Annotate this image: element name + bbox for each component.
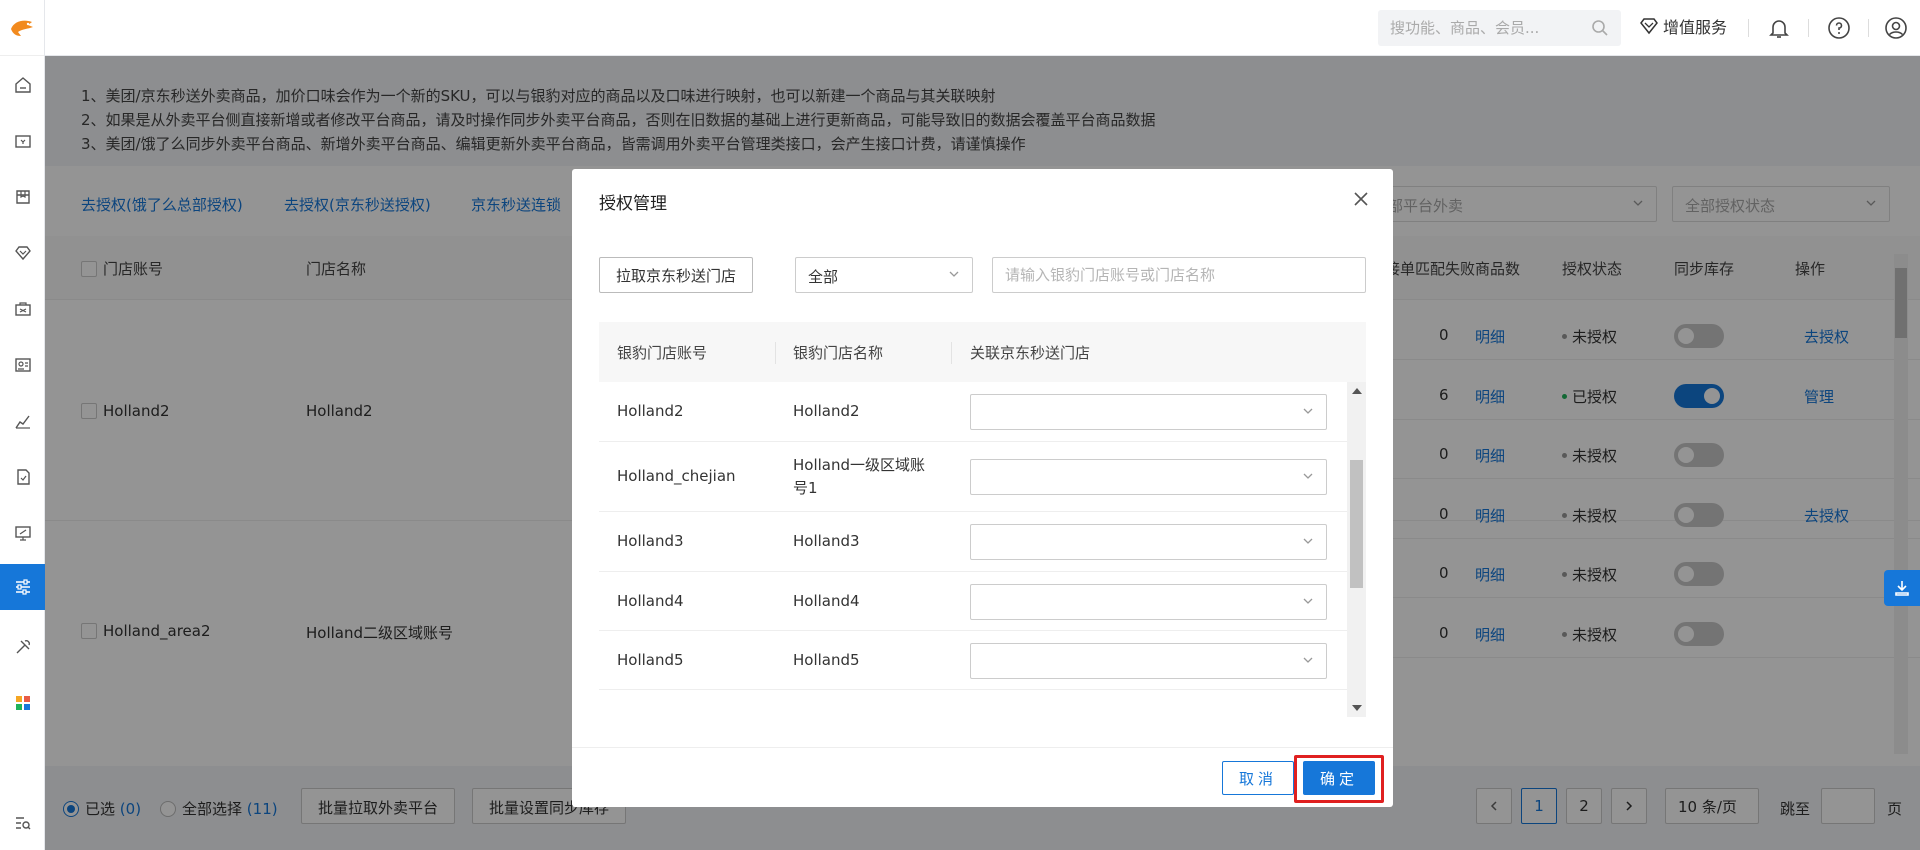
dialog-table-row: Holland2 Holland2 [599, 382, 1347, 442]
dialog-table-body: Holland2 Holland2 Holland_chejian Holland一级… [599, 382, 1366, 717]
auth-management-dialog: 授权管理 拉取京东秒送门店 全部 银豹门店账号 银豹门店名称 关联京东秒送门店 … [572, 169, 1393, 807]
store-name: Holland一级区域账号1 [793, 456, 926, 497]
apps-grid-icon[interactable] [0, 680, 45, 726]
user-avatar-icon[interactable] [1884, 16, 1908, 40]
search-icon[interactable] [1591, 19, 1609, 37]
diamond-icon [1640, 18, 1658, 35]
member-diamond-icon[interactable] [0, 230, 45, 276]
leopard-logo-icon [11, 20, 33, 36]
tools-icon[interactable] [0, 624, 45, 670]
dialog-footer: 取消 确定 [572, 747, 1393, 807]
dialog-scrollbar[interactable] [1347, 382, 1366, 717]
bell-icon[interactable] [1767, 16, 1791, 40]
col-name: 银豹门店名称 [793, 344, 884, 362]
menu-search-icon[interactable] [0, 800, 45, 846]
document-check-icon[interactable] [0, 454, 45, 500]
chevron-down-icon [949, 271, 959, 277]
chevron-down-icon [1303, 598, 1313, 604]
linked-jd-store-select[interactable] [970, 584, 1327, 620]
dialog-table-header: 银豹门店账号 银豹门店名称 关联京东秒送门店 [599, 322, 1366, 382]
header-divider [1868, 19, 1869, 37]
store-name: Holland3 [793, 532, 860, 550]
scrollbar-thumb[interactable] [1350, 460, 1363, 588]
store-filter-select[interactable]: 全部 [795, 257, 973, 293]
store-search-input[interactable] [992, 257, 1366, 293]
staff-card-icon[interactable] [0, 342, 45, 388]
dialog-table-row: Holland5 Holland5 [599, 631, 1347, 690]
store-name: Holland4 [793, 592, 860, 610]
chevron-down-icon [1303, 657, 1313, 663]
dialog-table-row: Holland_chejian Holland一级区域账号1 [599, 442, 1347, 512]
cashier-icon[interactable] [0, 118, 45, 164]
store-name: Holland5 [793, 651, 860, 669]
goods-icon[interactable] [0, 174, 45, 220]
store-account: Holland4 [617, 592, 684, 610]
sidebar [0, 0, 45, 850]
header-divider [1748, 19, 1749, 37]
linked-jd-store-select[interactable] [970, 524, 1327, 560]
store-filter-value: 全部 [808, 268, 839, 286]
col-linked: 关联京东秒送门店 [970, 344, 1091, 362]
download-icon [1895, 581, 1909, 596]
store-account: Holland5 [617, 651, 684, 669]
col-divider [951, 342, 952, 364]
store-account: Holland2 [617, 402, 684, 420]
chevron-down-icon [1303, 473, 1313, 479]
scroll-up-arrow-icon[interactable] [1352, 388, 1362, 394]
chevron-down-icon [1303, 408, 1313, 414]
download-button[interactable] [1884, 570, 1920, 606]
dialog-table-row: Holland4 Holland4 [599, 572, 1347, 631]
help-icon[interactable] [1827, 16, 1851, 40]
dialog-title: 授权管理 [599, 194, 667, 214]
monitor-icon[interactable] [0, 510, 45, 556]
store-account: Holland_chejian [617, 467, 736, 485]
cancel-button[interactable]: 取消 [1222, 761, 1294, 795]
col-divider [775, 342, 776, 364]
report-chart-icon[interactable] [0, 398, 45, 444]
global-search[interactable] [1378, 10, 1621, 46]
pull-jd-stores-button[interactable]: 拉取京东秒送门店 [599, 257, 754, 293]
store-account: Holland3 [617, 532, 684, 550]
linked-jd-store-select[interactable] [970, 394, 1327, 430]
vip-service-link[interactable]: 增值服务 [1639, 14, 1727, 38]
brand-logo[interactable] [0, 0, 44, 56]
confirm-button[interactable]: 确定 [1303, 761, 1375, 795]
chevron-down-icon [1303, 538, 1313, 544]
close-icon[interactable] [1351, 189, 1371, 209]
top-header: 增值服务 [45, 0, 1920, 56]
marketing-icon[interactable] [0, 286, 45, 332]
dialog-table-row: Holland3 Holland3 [599, 512, 1347, 572]
col-account: 银豹门店账号 [617, 344, 708, 362]
settings-sliders-icon[interactable] [0, 564, 45, 610]
home-icon[interactable] [0, 62, 45, 108]
vip-service-label: 增值服务 [1663, 18, 1728, 37]
header-divider [1808, 19, 1809, 37]
scroll-down-arrow-icon[interactable] [1352, 705, 1362, 711]
linked-jd-store-select[interactable] [970, 643, 1327, 679]
store-name: Holland2 [793, 402, 860, 420]
global-search-input[interactable] [1390, 19, 1590, 37]
linked-jd-store-select[interactable] [970, 459, 1327, 495]
dialog-header: 授权管理 [572, 169, 1393, 229]
